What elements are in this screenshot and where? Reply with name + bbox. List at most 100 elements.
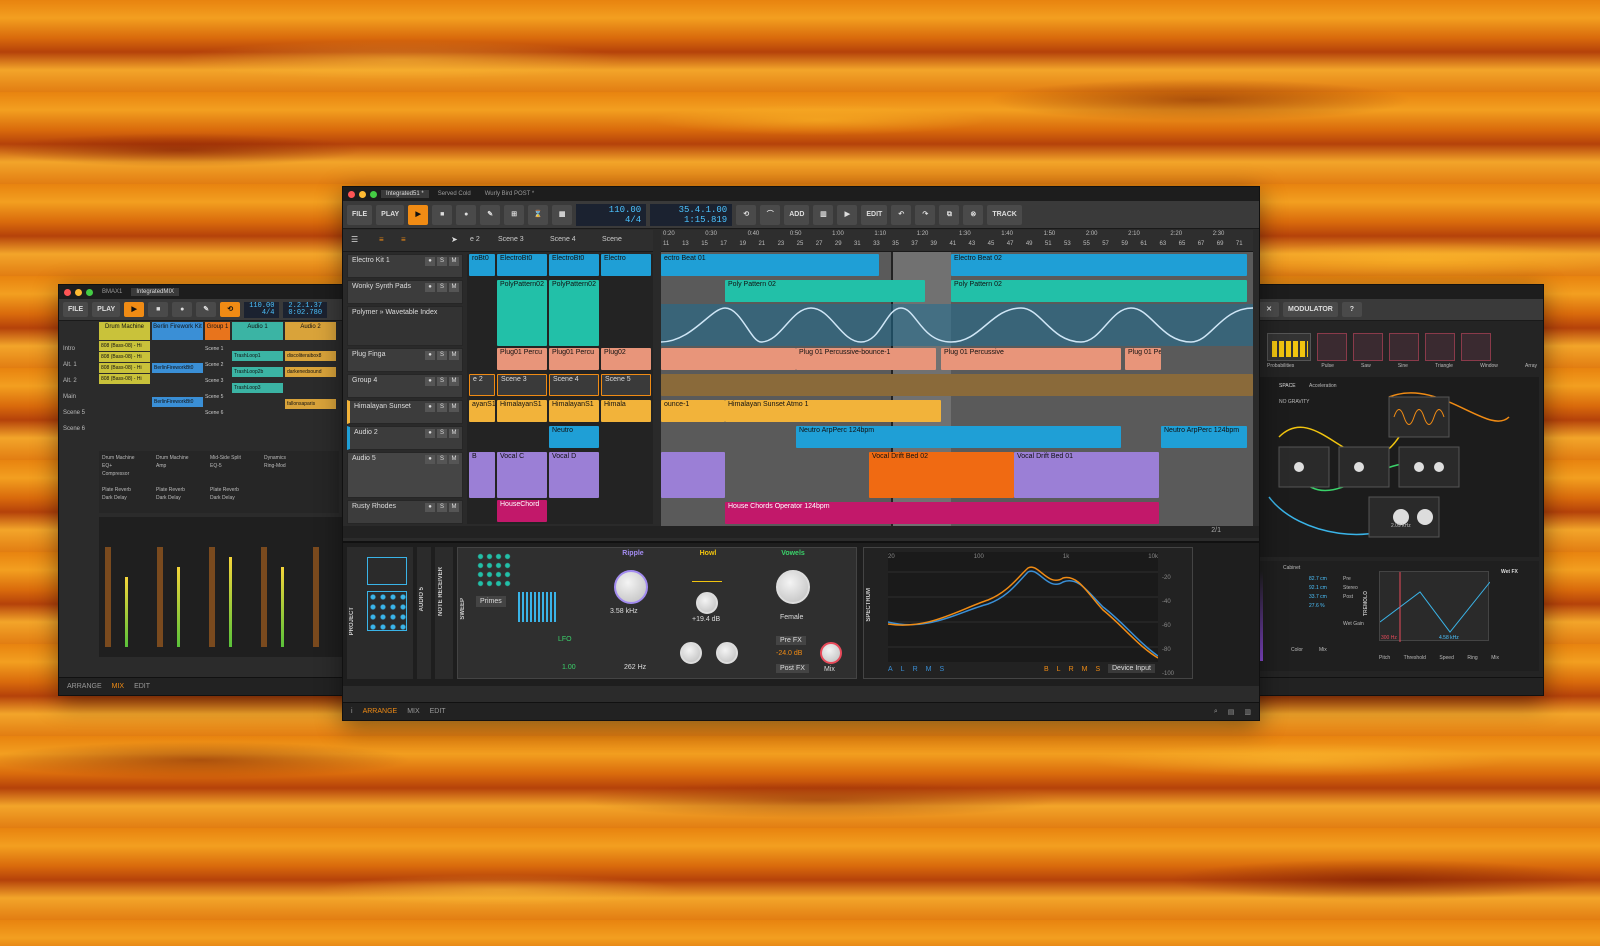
arranger-clip[interactable]: Plug 01 Pe (1125, 348, 1161, 370)
clip[interactable]: fallonsaparis (285, 399, 336, 409)
track-automation-lane[interactable]: Polymer » Wavetable Index (347, 306, 463, 346)
play-menu-button[interactable]: PLAY (92, 302, 121, 317)
clip[interactable]: Scene 5 (205, 389, 230, 405)
arranger-clip[interactable]: Plug 01 Percussive (941, 348, 1121, 370)
arranger-clip[interactable]: Vocal Drift Bed 02 (869, 452, 1014, 498)
redo-icon[interactable]: ↷ (915, 204, 936, 225)
pattern-grid[interactable] (476, 552, 512, 588)
tab-served-cold[interactable]: Served Cold (433, 190, 476, 198)
play-icon[interactable]: ▶ (408, 204, 429, 225)
launcher-clip[interactable]: Plug01 Percu (497, 348, 547, 370)
project-thumb-1[interactable] (367, 557, 407, 585)
overdub-icon[interactable]: ⊞ (504, 204, 525, 225)
mix-tab[interactable]: MIX (112, 683, 124, 690)
device-slot[interactable]: Amp (156, 462, 206, 470)
launcher-clip[interactable]: HimalayanS1 (549, 400, 599, 422)
launcher-clip[interactable]: Himala (601, 400, 651, 422)
device-slot[interactable]: Mid-Side Split (210, 454, 260, 462)
scene-item[interactable]: Scene 6 (63, 421, 97, 437)
add-button[interactable]: ADD (784, 204, 810, 225)
play-icon[interactable]: ▶ (124, 302, 145, 317)
send-slot[interactable]: Plate Reverb (210, 486, 260, 494)
left-tempo-display[interactable]: 110.00 4/4 (244, 301, 280, 318)
clip[interactable]: darkenedsound (285, 367, 336, 377)
scene-item[interactable]: Scene 5 (63, 405, 97, 421)
modulator-button[interactable]: MODULATOR (1283, 302, 1338, 317)
launcher-clip[interactable]: PolyPattern02 (497, 280, 547, 346)
device-slot[interactable]: Drum Machine (102, 454, 152, 462)
sweep-label[interactable]: SWEEP (460, 598, 466, 620)
launcher-clip[interactable]: Neutro (549, 426, 599, 448)
clip[interactable]: 808 (Bass-08) - Hi (99, 363, 150, 373)
help-icon[interactable]: ? (1341, 302, 1362, 317)
fader[interactable] (105, 547, 111, 647)
send-slot[interactable]: Dark Delay (210, 494, 260, 502)
launcher-clip[interactable]: Plug01 Percu (549, 348, 599, 370)
sequence-icon[interactable]: ≡ (379, 235, 384, 244)
launcher-clip[interactable]: roBt0 (469, 254, 495, 276)
device-slot[interactable]: Drum Machine (156, 454, 206, 462)
launcher-clip[interactable]: HimalayanS1 (497, 400, 547, 422)
clip[interactable]: 808 (Bass-08) - Hi (99, 352, 150, 362)
launcher-clip[interactable]: HouseChord (497, 500, 547, 522)
groove-icon[interactable]: ▦ (552, 204, 573, 225)
undo-icon[interactable]: ↶ (891, 204, 912, 225)
track-plug-finga[interactable]: Plug Finga ● S M (347, 348, 463, 372)
track-wonky-synth[interactable]: Wonky Synth Pads ● S M (347, 280, 463, 304)
arranger-timeline[interactable]: 0:20 0:30 0:40 0:50 1:00 1:10 1:20 1:30 1:40 1:50… (661, 230, 1253, 526)
edit-tab[interactable]: EDIT (430, 708, 446, 715)
arrange-tab[interactable]: ARRANGE (67, 683, 102, 690)
tempo-display[interactable]: 110.00 4/4 (576, 203, 647, 226)
arranger-clip[interactable]: ectro Beat 01 (661, 254, 879, 276)
window-tile[interactable] (1461, 333, 1491, 361)
project-thumb-2[interactable] (367, 591, 407, 631)
track-himalayan[interactable]: Himalayan Sunset ● S M (347, 400, 463, 424)
minimize-dot[interactable] (359, 190, 366, 198)
audio5-label[interactable]: AUDIO 5 (419, 587, 425, 611)
note-receiver-label[interactable]: NOTE RECEIVER (438, 567, 444, 616)
primes-selector[interactable]: Primes (476, 596, 506, 607)
play-menu-button[interactable]: PLAY (376, 204, 405, 225)
paste-icon[interactable]: ⧉ (939, 204, 960, 225)
launcher-scene[interactable]: Scene 3 (497, 374, 547, 396)
column-berlin[interactable]: Berlin Firework Kit (152, 322, 203, 340)
spectrum-graph[interactable] (887, 552, 1159, 662)
automation-icon[interactable]: ✎ (196, 302, 217, 317)
scene-item[interactable]: Intro (63, 341, 97, 357)
launcher-clip[interactable]: Vocal D (549, 452, 599, 498)
pointer-icon[interactable]: ➤ (451, 235, 458, 244)
launcher-clip[interactable]: ElectroBt0 (549, 254, 599, 276)
record-icon[interactable]: ● (456, 204, 477, 225)
send-slot[interactable]: Dark Delay (102, 494, 152, 502)
info-icon[interactable]: i (351, 708, 353, 715)
post-fx-button[interactable]: Post FX (776, 664, 809, 673)
track-audio-2[interactable]: Audio 2 ● S M (347, 426, 463, 450)
maximize-dot[interactable] (370, 190, 377, 198)
edit-tab[interactable]: EDIT (134, 683, 150, 690)
fader[interactable] (261, 547, 267, 647)
automation-icon[interactable]: ✎ (480, 204, 501, 225)
clip[interactable]: TrashLoop3 (232, 383, 283, 393)
send-slot[interactable]: Dark Delay (156, 494, 206, 502)
edit-button[interactable]: EDIT (861, 204, 888, 225)
scene-item[interactable]: Alt. 1 (63, 357, 97, 373)
arranger-clip[interactable] (661, 452, 725, 498)
clip[interactable]: Scene 1 (205, 341, 230, 357)
clip[interactable]: discoliteraibox8 (285, 351, 336, 361)
clip[interactable]: 808 (Bass-08) - Hi (99, 374, 150, 384)
cancel-icon[interactable]: ⊗ (963, 204, 984, 225)
filter-knob[interactable] (680, 642, 702, 664)
delete-icon[interactable]: ✕ (1259, 302, 1279, 317)
close-dot[interactable] (348, 190, 355, 198)
keyboard-icon[interactable]: ▥ (813, 204, 834, 225)
arranger-clip[interactable]: ounce-1 (661, 400, 725, 422)
clip[interactable]: TrashLoop1 (232, 351, 283, 361)
scene-header[interactable]: Scene 4 (547, 230, 599, 251)
automation-curve[interactable] (661, 304, 1253, 346)
tab-wurly-bird[interactable]: Wurly Bird POST * (480, 190, 539, 198)
scene-header[interactable]: Scene (599, 230, 639, 251)
track-rusty-rhodes[interactable]: Rusty Rhodes ● S M (347, 500, 463, 524)
metronome-icon[interactable]: ⌛ (528, 204, 549, 225)
arrow-icon[interactable]: ▶ (837, 204, 858, 225)
device-slot[interactable]: Dynamics (264, 454, 314, 462)
